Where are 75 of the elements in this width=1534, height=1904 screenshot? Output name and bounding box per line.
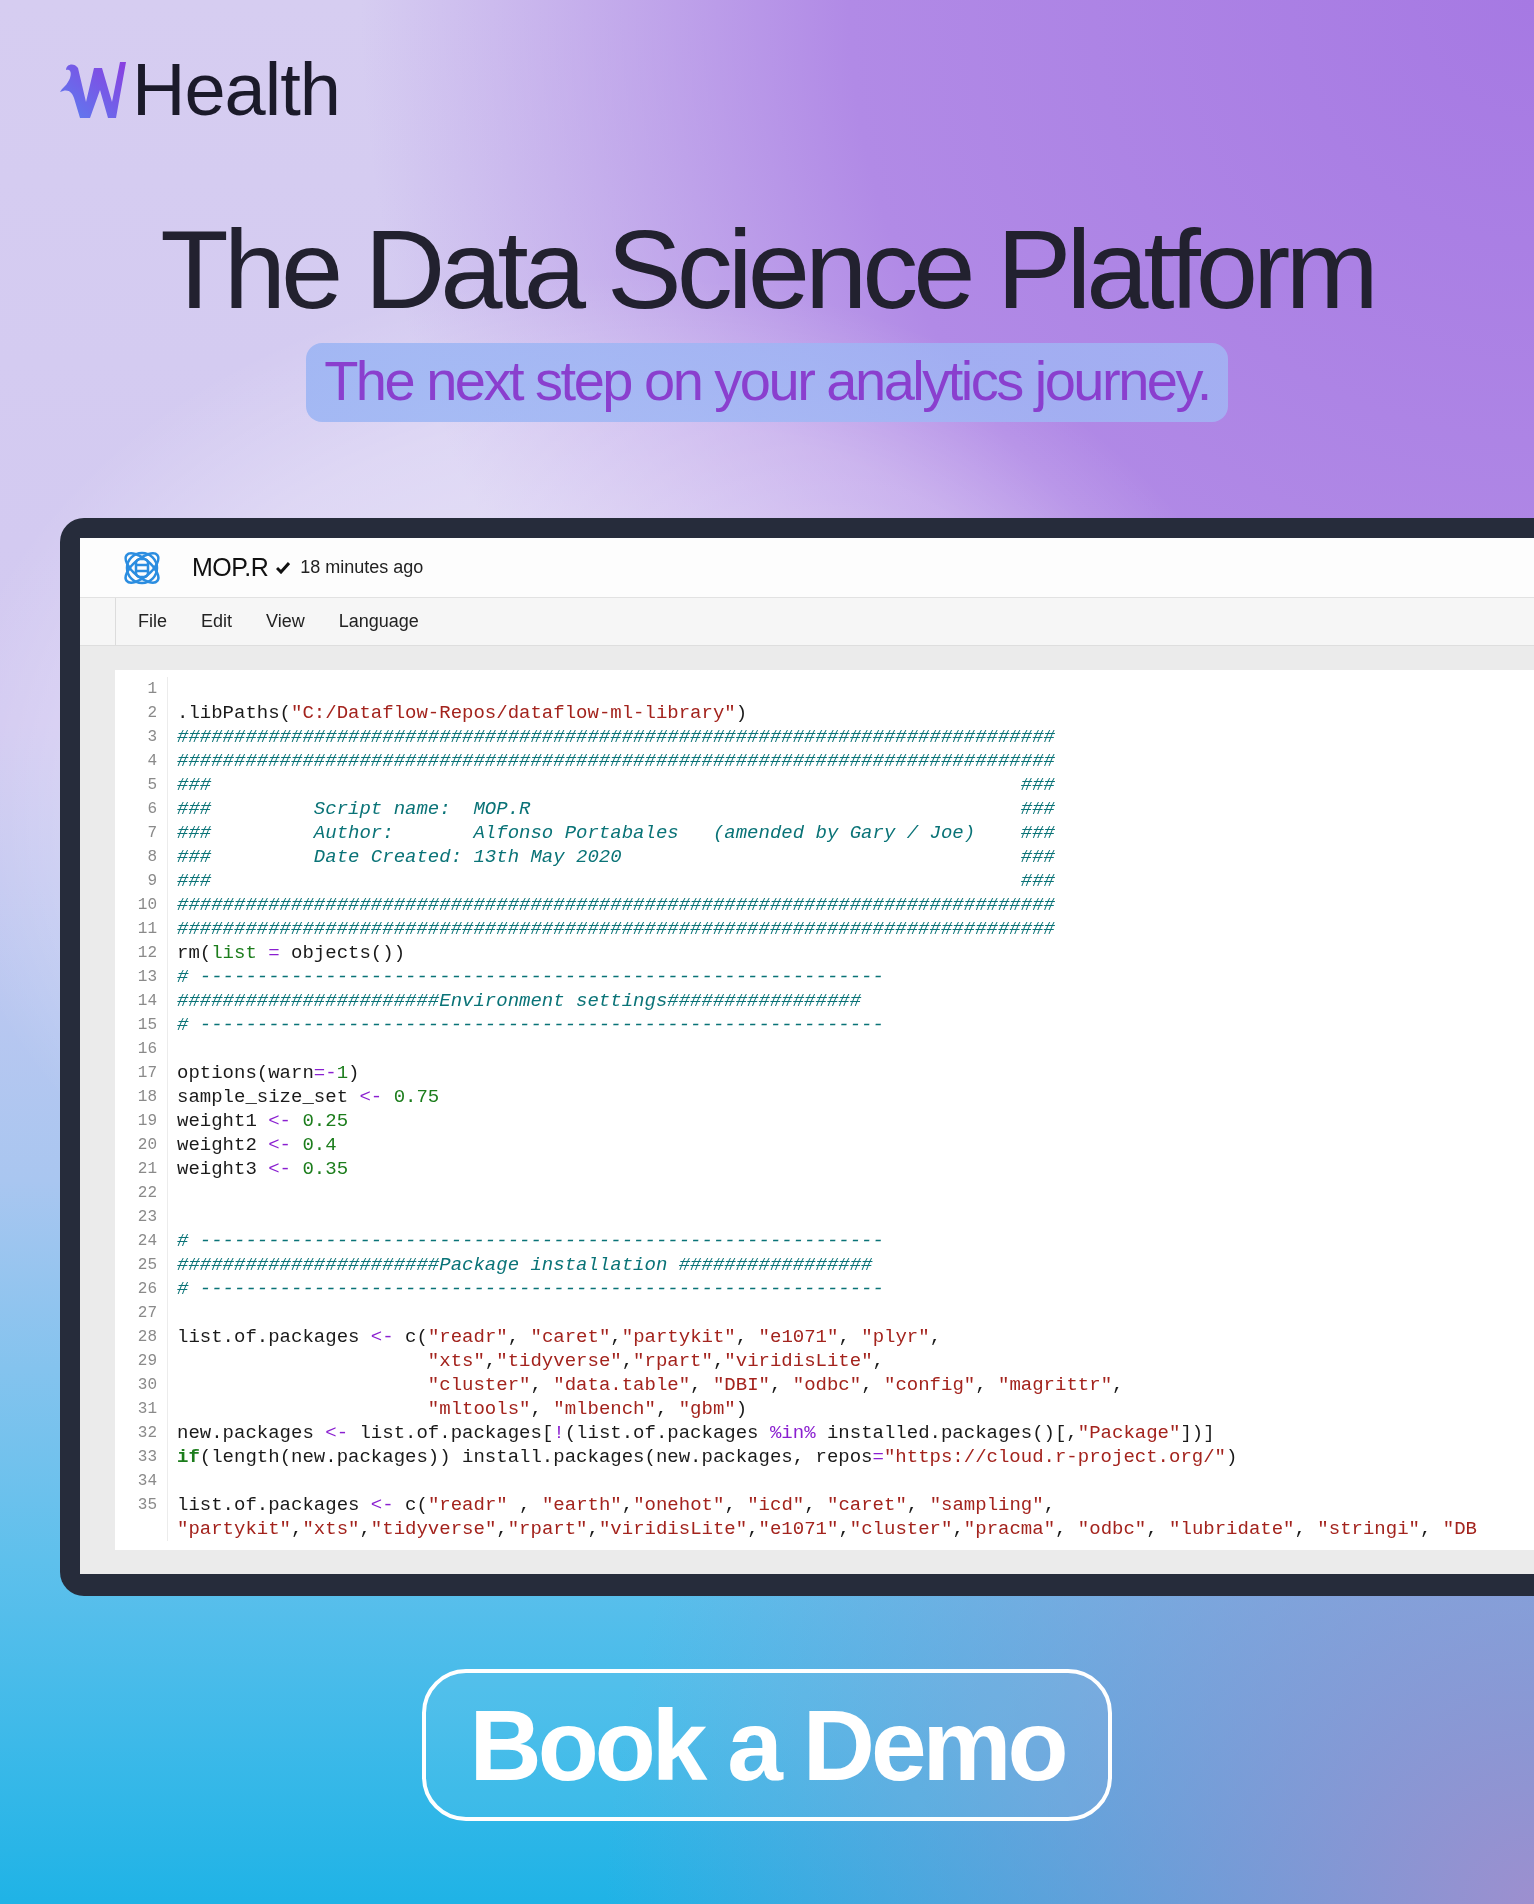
code-line: # ------------------------------------------------------------: [177, 1014, 884, 1037]
code-line: weight1 <- 0.25: [177, 1110, 349, 1133]
code-line: "mltools", "mlbench", "gbm"): [426, 1398, 748, 1421]
line-number: 25: [137, 1256, 157, 1275]
code-line: ### Author: Alfonso Portabales (amended by Gary / Joe) ###: [177, 822, 1055, 845]
file-name: MOP.R: [192, 553, 269, 583]
menu-item[interactable]: View: [266, 611, 305, 633]
line-number: 28: [137, 1328, 157, 1347]
code-line: rm(list = objects()): [177, 942, 406, 965]
code-line: # ------------------------------------------------------------: [177, 1278, 884, 1301]
line-number: 11: [137, 920, 157, 939]
line-number: 17: [137, 1064, 157, 1083]
line-number: 33: [137, 1448, 157, 1467]
code-line: ### ###: [177, 870, 1055, 893]
logo-mark-icon: [60, 62, 126, 118]
code-line: #######################Package installation #################: [177, 1254, 873, 1277]
code-line: ### ###: [177, 774, 1055, 797]
line-number: 20: [137, 1136, 157, 1155]
code-line: #############################################################################: [177, 726, 1055, 749]
saved-time: 18 minutes ago: [300, 557, 424, 579]
tagline: The next step on your analytics journey.: [306, 343, 1228, 423]
line-number: 7: [147, 824, 157, 843]
line-number: 26: [137, 1280, 157, 1299]
line-number: 2: [147, 704, 157, 723]
line-number: 9: [147, 872, 157, 891]
line-number: 10: [137, 896, 157, 915]
code-line: ### Date Created: 13th May 2020 ###: [177, 846, 1055, 869]
line-number: 23: [137, 1208, 157, 1227]
line-number: 8: [147, 848, 157, 867]
menu-item[interactable]: File: [138, 611, 167, 633]
code-line: "cluster", "data.table", "DBI", "odbc", "config", "magrittr",: [426, 1374, 1124, 1397]
line-number: 13: [137, 968, 157, 987]
code-line: "partykit","xts","tidyverse","rpart","viridisLite","e1071","cluster","pracma", "odbc", "lubridate", "stringi", "DB: [177, 1518, 1477, 1541]
line-number: 21: [137, 1160, 157, 1179]
code-line: weight2 <- 0.4: [177, 1134, 337, 1157]
menu-item[interactable]: Edit: [201, 611, 233, 633]
menu-item[interactable]: Language: [338, 611, 419, 633]
code-line: list.of.packages <- c("readr" , "earth","onehot", "icd", "caret", "sampling",: [177, 1494, 1056, 1517]
line-number: 35: [137, 1496, 157, 1515]
line-number: 22: [137, 1184, 157, 1203]
line-number: 12: [137, 944, 157, 963]
code-line: options(warn=-1): [177, 1062, 360, 1085]
code-line: #############################################################################: [177, 918, 1055, 941]
code-line: .libPaths("C:/Dataflow-Repos/dataflow-ml-library"): [177, 702, 748, 725]
code-line: # ------------------------------------------------------------: [177, 1230, 884, 1253]
code-line: if(length(new.packages)) install.packages(new.packages, repos="https://cloud.r-project.org/"): [177, 1446, 1238, 1469]
code-line: ### Script name: MOP.R ###: [177, 798, 1055, 821]
headline: The Data Science Platform: [160, 208, 1374, 332]
line-number: 29: [137, 1352, 157, 1371]
code-line: new.packages <- list.of.packages[!(list.of.packages %in% installed.packages()[,"Package"])]: [177, 1422, 1215, 1445]
line-number: 31: [137, 1400, 157, 1419]
code-line: weight3 <- 0.35: [177, 1158, 349, 1181]
line-number: 34: [137, 1472, 157, 1491]
code-line: list.of.packages <- c("readr", "caret","partykit", "e1071", "plyr",: [177, 1326, 942, 1349]
code-line: #############################################################################: [177, 750, 1055, 773]
line-number: 5: [147, 776, 157, 795]
code-line: sample_size_set <- 0.75: [177, 1086, 440, 1109]
line-number: 19: [137, 1112, 157, 1131]
line-number: 16: [137, 1040, 157, 1059]
code-line: # ------------------------------------------------------------: [177, 966, 884, 989]
code-line: #############################################################################: [177, 894, 1055, 917]
line-number: 6: [147, 800, 157, 819]
line-number: 4: [147, 752, 157, 771]
line-number: 30: [137, 1376, 157, 1395]
line-number: 15: [137, 1016, 157, 1035]
code-line: #######################Environment settings#################: [177, 990, 862, 1013]
line-number: 3: [147, 728, 157, 747]
line-number: 32: [137, 1424, 157, 1443]
code-line: "xts","tidyverse","rpart","viridisLite",: [426, 1350, 884, 1373]
line-number: 18: [137, 1088, 157, 1107]
line-number: 14: [137, 992, 157, 1011]
line-number: 1: [147, 680, 157, 699]
brand-name: Health: [132, 53, 340, 127]
line-number: 24: [137, 1232, 157, 1251]
line-number: 27: [137, 1304, 157, 1323]
